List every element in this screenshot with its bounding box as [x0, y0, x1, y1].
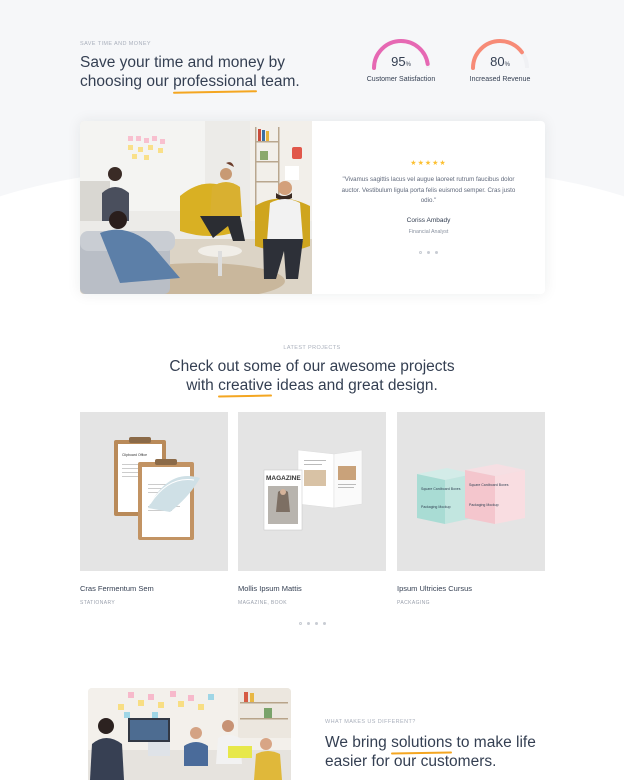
different-title-highlight: solutions [391, 734, 453, 751]
projects-title-highlight: creative [218, 377, 273, 394]
stat-customer-satisfaction: 95% Customer Satisfaction [361, 38, 441, 83]
pagination-dot[interactable] [435, 250, 438, 254]
clipboard-mockup-icon: Clipboard Office [114, 437, 200, 540]
team-meeting-illustration [80, 121, 312, 294]
hero-title-highlight: professional [173, 73, 257, 90]
project-category[interactable]: PACKAGING [397, 600, 545, 606]
hero-title-line1: Save your time and money by [80, 54, 286, 71]
testimonial-quote: "Vivamus sagittis lacus vel augue laoree… [341, 176, 516, 204]
office-team-photo [88, 688, 291, 780]
stat-value: 95% [391, 54, 411, 69]
projects-pagination [0, 622, 624, 625]
testimonial-content: ★★★★★ "Vivamus sagittis lacus vel augue … [312, 121, 545, 294]
project-card[interactable]: Square Cardboard Boxes Packaging Mockup … [397, 412, 545, 606]
different-title-pre: We bring [325, 734, 392, 751]
projects-title-post: ideas and great design. [272, 377, 438, 394]
project-title[interactable]: Cras Fermentum Sem [80, 584, 228, 593]
project-card[interactable]: MAGAZINE Mollis Ipsum Mattis MAGAZINE, B… [238, 412, 386, 606]
stat-label: Customer Satisfaction [366, 76, 436, 83]
project-category[interactable]: STATIONARY [80, 600, 228, 606]
hero-title-post: team. [256, 73, 300, 90]
pagination-dot[interactable] [314, 622, 318, 625]
clipboard-text: Clipboard Office [122, 453, 147, 457]
stat-value: 80% [490, 54, 510, 69]
hero-overline: SAVE TIME AND MONEY [80, 41, 151, 47]
pagination-dot[interactable] [298, 622, 302, 625]
projects-title-line1: Check out some of our awesome projects [169, 358, 455, 375]
pagination-dot[interactable] [306, 622, 310, 625]
project-card[interactable]: Clipboard Office Cras Fermentum Sem STAT… [80, 412, 228, 606]
projects-title-pre: with [186, 377, 219, 394]
rating-stars-icon: ★★★★★ [410, 160, 447, 167]
different-title-post: to make life [452, 734, 536, 751]
project-category[interactable]: MAGAZINE, BOOK [238, 600, 386, 606]
different-overline: WHAT MAKES US DIFFERENT? [325, 719, 416, 725]
magazine-mockup-image[interactable]: MAGAZINE [238, 412, 386, 571]
testimonial-card: ★★★★★ "Vivamus sagittis lacus vel augue … [80, 121, 545, 294]
hero-title: Save your time and money by choosing our… [80, 53, 350, 91]
magazine-mockup-icon: MAGAZINE [263, 449, 363, 531]
different-title: We bring solutions to make life easier f… [325, 733, 585, 771]
projects-title: Check out some of our awesome projects w… [0, 357, 624, 395]
different-title-line2: easier for our customers. [325, 753, 497, 770]
pagination-dot[interactable] [419, 250, 422, 254]
testimonial-role: Financial Analyst [408, 228, 449, 235]
pagination-dot[interactable] [322, 622, 326, 625]
stat-label: Increased Revenue [469, 76, 531, 83]
office-team-illustration [88, 688, 291, 780]
hero-title-pre: choosing our [80, 73, 174, 90]
stat-increased-revenue: 80% Increased Revenue [460, 38, 540, 83]
box-b-text: Packaging Mockup [421, 505, 451, 509]
testimonial-pagination [312, 250, 545, 254]
team-meeting-photo [80, 121, 312, 294]
testimonial-author: Coriss Ambady [406, 216, 451, 224]
box-c-text: Square Cardboard Boxes [469, 483, 509, 487]
box-mockup-icon: Square Cardboard Boxes Packaging Mockup … [417, 464, 525, 524]
clipboard-mockup-image[interactable]: Clipboard Office [80, 412, 228, 571]
magazine-cover-text: MAGAZINE [266, 475, 301, 482]
box-mockup-image[interactable]: Square Cardboard Boxes Packaging Mockup … [397, 412, 545, 571]
projects-overline: LATEST PROJECTS [283, 345, 341, 351]
project-title[interactable]: Ipsum Ultricies Cursus [397, 584, 545, 593]
project-title[interactable]: Mollis Ipsum Mattis [238, 584, 386, 593]
pagination-dot[interactable] [427, 250, 430, 254]
box-d-text: Packaging Mockup [469, 503, 499, 507]
box-a-text: Square Cardboard Boxes [421, 487, 461, 491]
